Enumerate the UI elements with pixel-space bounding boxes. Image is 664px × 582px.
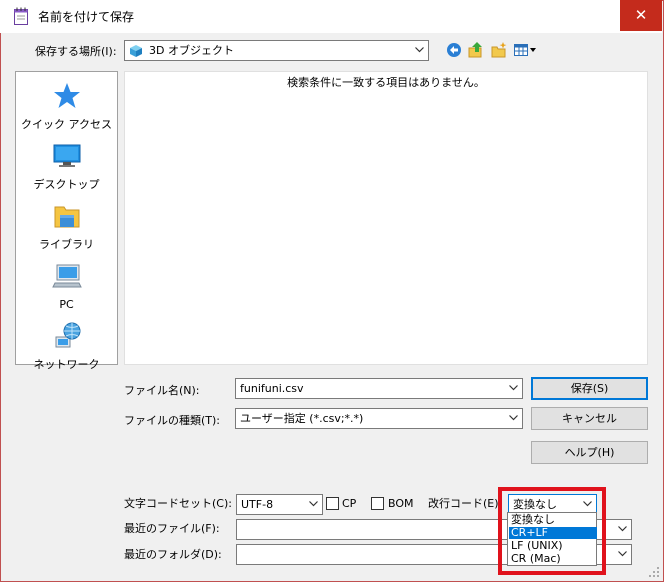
- charset-combobox[interactable]: UTF-8: [236, 494, 323, 515]
- recent-folders-label: 最近のフォルダ(D):: [124, 548, 222, 561]
- save-button[interactable]: 保存(S): [531, 377, 648, 400]
- filetype-label: ファイルの種類(T):: [124, 414, 221, 427]
- chevron-down-icon[interactable]: [505, 409, 522, 428]
- cp-label: CP: [342, 497, 357, 510]
- view-menu-icon[interactable]: [513, 41, 539, 59]
- filename-combobox[interactable]: funifuni.csv: [235, 378, 523, 399]
- place-label: PC: [59, 298, 74, 311]
- 3d-objects-icon: [129, 44, 143, 58]
- eol-label: 改行コード(E):: [428, 497, 503, 510]
- new-folder-icon[interactable]: [490, 41, 508, 59]
- network-icon: [51, 321, 83, 351]
- recent-files-label: 最近のファイル(F):: [124, 522, 220, 535]
- pc-icon: [51, 261, 83, 291]
- file-list-view[interactable]: 検索条件に一致する項目はありません。: [124, 71, 648, 365]
- resize-grip-icon[interactable]: [648, 566, 660, 578]
- library-icon: [51, 201, 83, 231]
- charset-value: UTF-8: [241, 498, 274, 511]
- lookin-combobox[interactable]: 3D オブジェクト: [124, 40, 429, 61]
- place-label: ライブラリ: [39, 238, 94, 251]
- back-icon[interactable]: [445, 41, 463, 59]
- place-desktop[interactable]: デスクトップ: [16, 141, 117, 199]
- window-title: 名前を付けて保存: [38, 10, 135, 24]
- chevron-down-icon[interactable]: [411, 41, 428, 60]
- lookin-value: 3D オブジェクト: [149, 44, 234, 57]
- empty-message: 検索条件に一致する項目はありません。: [287, 76, 485, 89]
- chevron-down-icon[interactable]: [614, 520, 631, 539]
- help-button[interactable]: ヘルプ(H): [531, 441, 648, 464]
- close-icon: ✕: [634, 6, 648, 24]
- filename-value: funifuni.csv: [240, 382, 304, 395]
- cancel-button[interactable]: キャンセル: [531, 407, 648, 430]
- place-pc[interactable]: PC: [16, 261, 117, 319]
- place-quick-access[interactable]: クイック アクセス: [16, 81, 117, 139]
- places-bar: クイック アクセス デスクトップ ライブラリ PC ネットワーク: [15, 71, 118, 371]
- desktop-icon: [51, 141, 83, 171]
- bom-checkbox[interactable]: [371, 497, 384, 510]
- chevron-down-icon[interactable]: [614, 545, 631, 564]
- place-library[interactable]: ライブラリ: [16, 201, 117, 259]
- annotation-highlight-box: [498, 487, 606, 575]
- up-folder-icon[interactable]: [467, 41, 485, 59]
- close-button[interactable]: ✕: [620, 0, 662, 31]
- place-label: クイック アクセス: [21, 118, 112, 131]
- filetype-value: ユーザー指定 (*.csv;*.*): [240, 412, 364, 425]
- filetype-combobox[interactable]: ユーザー指定 (*.csv;*.*): [235, 408, 523, 429]
- bom-label: BOM: [388, 497, 414, 510]
- chevron-down-icon[interactable]: [305, 495, 322, 514]
- chevron-down-icon[interactable]: [505, 379, 522, 398]
- cp-checkbox[interactable]: [326, 497, 339, 510]
- filename-label: ファイル名(N):: [124, 384, 200, 397]
- charset-label: 文字コードセット(C):: [124, 497, 232, 510]
- place-label: デスクトップ: [33, 178, 100, 191]
- lookin-label: 保存する場所(I):: [35, 45, 117, 58]
- notepad-app-icon: [13, 7, 29, 25]
- star-icon: [51, 81, 83, 111]
- place-network[interactable]: ネットワーク: [16, 321, 117, 379]
- place-label: ネットワーク: [33, 358, 100, 371]
